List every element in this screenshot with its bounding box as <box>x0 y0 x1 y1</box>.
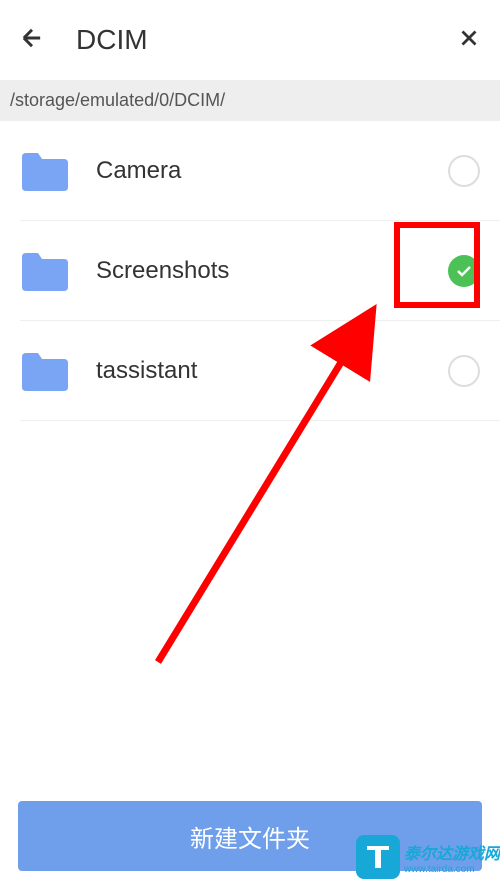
folder-icon <box>20 251 68 291</box>
watermark: 泰尔达游戏网 www.tairda.com <box>356 835 500 879</box>
radio-unselected[interactable] <box>448 155 480 187</box>
item-label: Camera <box>96 157 448 185</box>
watermark-url: www.tairda.com <box>404 864 500 875</box>
page-title: DCIM <box>76 24 456 56</box>
close-icon[interactable] <box>456 25 482 56</box>
watermark-title: 泰尔达游戏网 <box>404 840 500 864</box>
back-icon[interactable] <box>18 24 46 57</box>
watermark-icon <box>356 835 400 879</box>
folder-icon <box>20 351 68 391</box>
radio-selected[interactable] <box>448 255 480 287</box>
list-item[interactable]: Screenshots <box>20 221 500 321</box>
item-label: tassistant <box>96 357 448 385</box>
checkmark-icon <box>456 265 472 277</box>
radio-unselected[interactable] <box>448 355 480 387</box>
folder-icon <box>20 151 68 191</box>
list-item[interactable]: Camera <box>20 121 500 221</box>
header: DCIM <box>0 0 500 80</box>
folder-list: Camera Screenshots tassistant <box>0 121 500 421</box>
list-item[interactable]: tassistant <box>20 321 500 421</box>
item-label: Screenshots <box>96 257 448 285</box>
path-bar: /storage/emulated/0/DCIM/ <box>0 80 500 121</box>
